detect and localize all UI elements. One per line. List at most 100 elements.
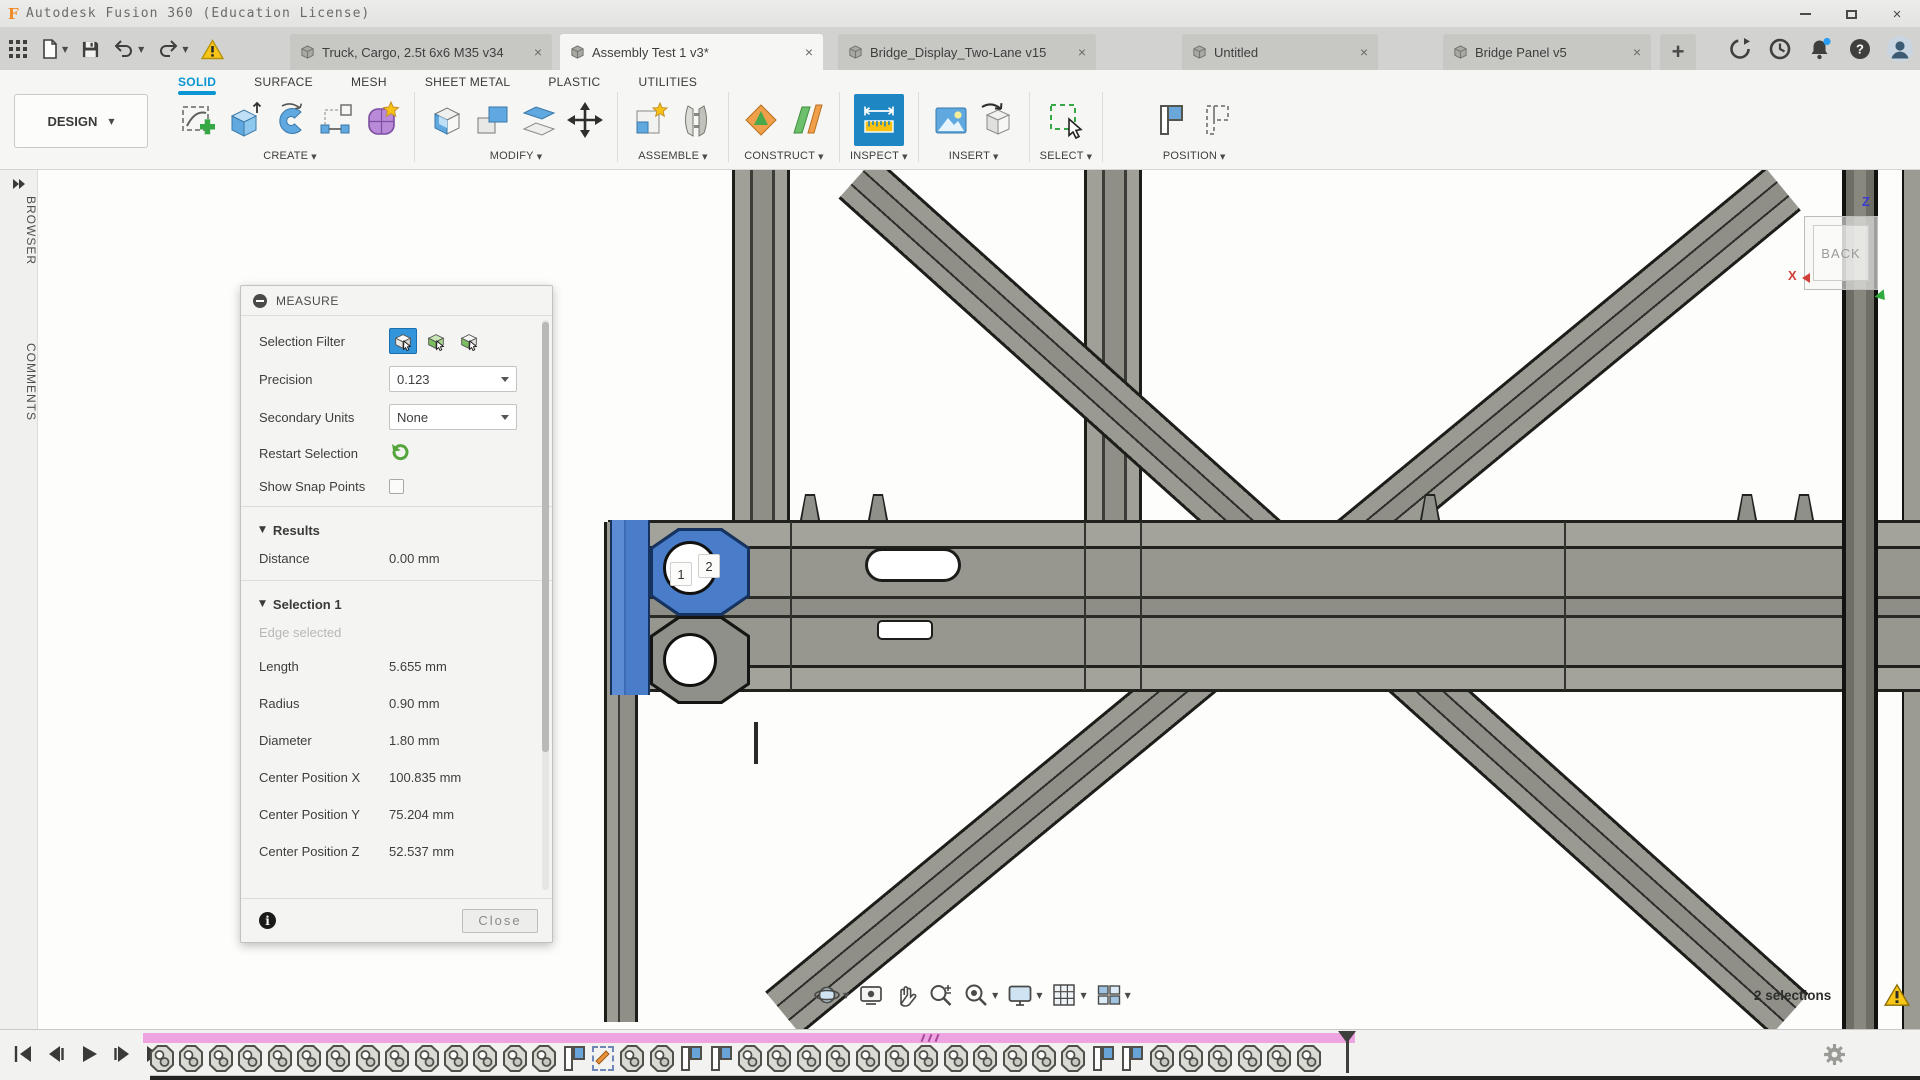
sketch-dimension-icon[interactable] xyxy=(314,95,358,145)
timeline-item-joint[interactable] xyxy=(385,1045,409,1072)
dark-vertical-beam[interactable] xyxy=(1842,170,1878,1029)
timeline-item-joint[interactable] xyxy=(826,1045,850,1072)
revolve-icon[interactable] xyxy=(268,95,312,145)
view-cube-face[interactable]: BACK xyxy=(1813,225,1869,281)
bolt-pin[interactable] xyxy=(800,494,820,520)
canvas-icon[interactable] xyxy=(929,95,973,145)
create-form-icon[interactable] xyxy=(360,95,404,145)
vertical-post-beam[interactable] xyxy=(732,170,790,522)
close-button[interactable]: Close xyxy=(462,908,538,933)
vertical-post-beam[interactable] xyxy=(1084,170,1142,522)
joint-icon[interactable] xyxy=(674,95,718,145)
create-sketch-icon[interactable] xyxy=(176,95,220,145)
timeline-item-joint[interactable] xyxy=(1032,1045,1056,1072)
timeline-item-joint[interactable] xyxy=(973,1045,997,1072)
revert-position-icon[interactable] xyxy=(1195,95,1239,145)
measure-icon[interactable] xyxy=(853,94,904,146)
bolt-pin[interactable] xyxy=(1737,494,1757,520)
minimize-icon[interactable] xyxy=(1782,0,1828,28)
ribbon-group-label[interactable]: MODIFY ▼ xyxy=(490,150,543,162)
fit-view-icon[interactable]: ▼ xyxy=(963,982,998,1008)
step-back-icon[interactable] xyxy=(45,1043,67,1070)
timeline-group-bar[interactable] xyxy=(143,1033,1355,1043)
timeline-item-joint[interactable] xyxy=(944,1045,968,1072)
plane-at-angle-icon[interactable] xyxy=(785,95,829,145)
maximize-icon[interactable] xyxy=(1828,0,1874,28)
comments-panel-tab[interactable]: COMMENTS xyxy=(0,343,38,421)
ribbon-group-label[interactable]: SELECT ▼ xyxy=(1040,150,1093,162)
close-tab-icon[interactable]: × xyxy=(1631,44,1643,60)
timeline-item-joint[interactable] xyxy=(1150,1045,1174,1072)
dialog-scrollbar[interactable] xyxy=(542,320,549,890)
undo-icon[interactable]: ▼ xyxy=(113,34,144,64)
document-tab[interactable]: Bridge_Display_Two-Lane v15 × xyxy=(838,34,1096,70)
timeline-item-joint[interactable] xyxy=(532,1045,556,1072)
notifications-icon[interactable] xyxy=(1806,35,1834,63)
selected-plate[interactable] xyxy=(610,520,650,695)
timeline-item-joint[interactable] xyxy=(326,1045,350,1072)
grid-snap-icon[interactable]: ▼ xyxy=(1051,982,1087,1008)
help-icon[interactable]: ? xyxy=(1846,35,1874,63)
new-tab-button[interactable]: + xyxy=(1660,34,1696,70)
timeline-item-flag[interactable] xyxy=(679,1045,703,1072)
ribbon-group-label[interactable]: CREATE ▼ xyxy=(263,150,317,162)
timeline-item-joint[interactable] xyxy=(797,1045,821,1072)
timeline-item-joint[interactable] xyxy=(620,1045,644,1072)
move-copy-icon[interactable] xyxy=(563,95,607,145)
main-chord-beam[interactable] xyxy=(608,520,1920,692)
timeline-playhead-line[interactable] xyxy=(1346,1031,1349,1073)
orbit-icon[interactable]: ▼ xyxy=(814,982,849,1008)
timeline-item-joint[interactable] xyxy=(738,1045,762,1072)
slot-hole[interactable] xyxy=(865,548,961,582)
timeline-settings-gear-icon[interactable] xyxy=(1823,1043,1846,1071)
timeline-item-joint[interactable] xyxy=(356,1045,380,1072)
results-section-header[interactable]: ▼ Results xyxy=(259,517,534,543)
bolt-pin[interactable] xyxy=(1794,494,1814,520)
step-forward-icon[interactable] xyxy=(111,1043,133,1070)
ribbon-group-label[interactable]: POSITION ▼ xyxy=(1163,150,1226,162)
extensions-icon[interactable] xyxy=(1726,35,1754,63)
new-component-icon[interactable] xyxy=(628,95,672,145)
ribbon-group-label[interactable]: INSPECT ▼ xyxy=(850,150,908,162)
timeline-item-joint[interactable] xyxy=(444,1045,468,1072)
pan-icon[interactable] xyxy=(893,982,919,1008)
collapse-dialog-icon[interactable] xyxy=(253,293,267,308)
document-tab[interactable]: Truck, Cargo, 2.5t 6x6 M35 v34 × xyxy=(290,34,552,70)
info-icon[interactable]: i xyxy=(259,912,276,929)
extrude-icon[interactable] xyxy=(222,95,266,145)
close-tab-icon[interactable]: × xyxy=(1358,44,1370,60)
go-to-start-icon[interactable] xyxy=(12,1043,34,1070)
timeline-item-joint[interactable] xyxy=(297,1045,321,1072)
browser-panel-tab[interactable]: BROWSER xyxy=(0,196,38,265)
timeline-item-joint[interactable] xyxy=(473,1045,497,1072)
ribbon-group-label[interactable]: CONSTRUCT ▼ xyxy=(744,150,823,162)
timeline-item-flag[interactable] xyxy=(1091,1045,1115,1072)
timeline-item-joint[interactable] xyxy=(885,1045,909,1072)
recent-icon[interactable] xyxy=(1766,35,1794,63)
save-icon[interactable] xyxy=(81,34,100,64)
bracket[interactable] xyxy=(650,616,750,704)
timeline-item-joint[interactable] xyxy=(1179,1045,1203,1072)
ribbon-group-label[interactable]: INSERT ▼ xyxy=(949,150,999,162)
timeline-item-joint[interactable] xyxy=(415,1045,439,1072)
timeline-item-joint[interactable] xyxy=(503,1045,527,1072)
timeline-item-flag[interactable] xyxy=(1120,1045,1144,1072)
play-icon[interactable] xyxy=(78,1043,100,1070)
zoom-icon[interactable] xyxy=(928,982,954,1008)
timeline-item-joint[interactable] xyxy=(1297,1045,1321,1072)
viewports-icon[interactable]: ▼ xyxy=(1096,982,1131,1008)
insert-derive-icon[interactable] xyxy=(975,95,1019,145)
bracket-hole[interactable] xyxy=(663,633,717,687)
offset-plane-icon[interactable] xyxy=(739,95,783,145)
document-tab[interactable]: Untitled × xyxy=(1182,34,1378,70)
timeline-item-flag[interactable] xyxy=(562,1045,586,1072)
selection1-section-header[interactable]: ▼ Selection 1 xyxy=(259,591,534,617)
close-tab-icon[interactable]: × xyxy=(532,44,544,60)
timeline-item-joint[interactable] xyxy=(767,1045,791,1072)
timeline-item-flag[interactable] xyxy=(709,1045,733,1072)
timeline-item-sketch[interactable] xyxy=(591,1045,615,1072)
document-tab[interactable]: Assembly Test 1 v3* × xyxy=(560,34,823,70)
restart-selection-icon[interactable] xyxy=(389,443,409,463)
redo-icon[interactable]: ▼ xyxy=(157,34,188,64)
secondary-units-dropdown[interactable]: None xyxy=(389,404,517,430)
